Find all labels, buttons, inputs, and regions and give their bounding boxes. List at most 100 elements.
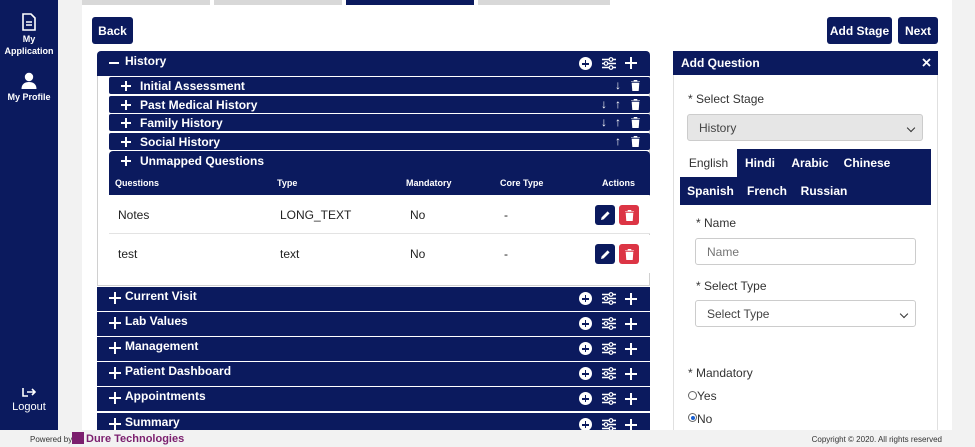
add-subsection-icon[interactable] — [625, 343, 637, 355]
expand-icon[interactable] — [109, 392, 121, 404]
subsection-past-medical-history[interactable]: Past Medical History ↓ ↑ — [109, 96, 650, 113]
add-subsection-icon[interactable] — [625, 57, 637, 69]
expand-icon[interactable] — [109, 342, 121, 354]
powered-by-text: Powered by — [30, 435, 73, 444]
section-history-header[interactable]: History — [97, 51, 650, 76]
move-up-icon[interactable]: ↑ — [615, 134, 621, 148]
trash-icon[interactable] — [631, 80, 640, 91]
move-up-icon[interactable]: ↑ — [615, 97, 621, 111]
expand-icon[interactable] — [109, 367, 121, 379]
add-question-circle-icon[interactable] — [579, 57, 592, 70]
logout-icon — [22, 388, 36, 397]
radio-label-yes: Yes — [697, 389, 717, 403]
edit-button[interactable] — [595, 244, 615, 264]
name-label: * Name — [696, 216, 737, 230]
expand-icon[interactable] — [121, 81, 131, 91]
sliders-icon[interactable] — [602, 367, 616, 380]
document-icon — [22, 13, 36, 31]
subsection-initial-assessment[interactable]: Initial Assessment ↓ — [109, 77, 650, 94]
tab-spanish[interactable]: Spanish — [683, 177, 738, 205]
expand-icon[interactable] — [109, 292, 121, 304]
mandatory-yes-radio[interactable] — [688, 391, 697, 400]
collapse-icon[interactable] — [109, 62, 119, 64]
type-cell: text — [280, 247, 300, 261]
tab-russian[interactable]: Russian — [799, 177, 849, 205]
trash-icon — [624, 248, 634, 260]
expand-icon[interactable] — [109, 418, 121, 430]
add-question-circle-icon[interactable] — [579, 292, 592, 305]
sidebar-item-my-profile[interactable]: My Profile — [0, 72, 58, 103]
move-down-icon[interactable]: ↓ — [601, 97, 607, 111]
stage-step[interactable] — [478, 0, 610, 5]
section-title: Lab Values — [125, 314, 188, 328]
mandatory-label: * Mandatory — [688, 366, 753, 380]
core-type-cell: - — [504, 208, 508, 222]
pencil-icon — [600, 249, 610, 259]
tab-arabic[interactable]: Arabic — [787, 149, 833, 177]
radio-label-no: No — [697, 412, 713, 426]
select-stage-label: * Select Stage — [688, 92, 765, 106]
mandatory-no-radio[interactable] — [688, 413, 697, 422]
subsection-social-history[interactable]: Social History ↑ — [109, 133, 650, 150]
section-summary[interactable]: Summary — [97, 413, 650, 431]
logout-label: Logout — [12, 401, 46, 413]
expand-icon[interactable] — [121, 137, 131, 147]
select-stage-dropdown[interactable]: History — [687, 114, 923, 141]
select-type-dropdown[interactable]: Select Type — [695, 300, 916, 327]
stage-step-active[interactable] — [346, 0, 474, 5]
column-header: Mandatory — [406, 178, 452, 188]
logout-button[interactable]: Logout — [0, 386, 58, 413]
add-question-circle-icon[interactable] — [579, 317, 592, 330]
brand-name: Dure Technologies — [86, 433, 185, 445]
move-down-icon[interactable]: ↓ — [615, 78, 621, 92]
back-button[interactable]: Back — [92, 17, 133, 44]
sidebar-item-my-application[interactable]: My Application — [0, 13, 58, 57]
section-title: Summary — [125, 415, 180, 429]
panel-title: Add Question — [681, 56, 760, 70]
add-question-circle-icon[interactable] — [579, 342, 592, 355]
trash-icon[interactable] — [631, 99, 640, 110]
sliders-icon[interactable] — [602, 342, 616, 355]
close-icon[interactable] — [922, 58, 931, 67]
section-patient-dashboard[interactable]: Patient Dashboard — [97, 362, 650, 386]
tab-hindi[interactable]: Hindi — [739, 149, 781, 177]
expand-icon[interactable] — [121, 118, 131, 128]
section-title: Appointments — [125, 389, 206, 403]
sliders-icon[interactable] — [602, 292, 616, 305]
unmapped-questions-header[interactable]: Unmapped Questions — [109, 151, 650, 171]
mandatory-cell: No — [410, 247, 426, 261]
column-header: Type — [277, 178, 298, 188]
next-button[interactable]: Next — [898, 17, 938, 44]
sliders-icon[interactable] — [602, 392, 616, 405]
section-appointments[interactable]: Appointments — [97, 387, 650, 411]
delete-button[interactable] — [619, 205, 639, 225]
tab-chinese[interactable]: Chinese — [840, 149, 894, 177]
sliders-icon[interactable] — [602, 57, 616, 70]
stage-step[interactable] — [214, 0, 342, 5]
subsection-family-history[interactable]: Family History ↓ ↑ — [109, 114, 650, 131]
section-management[interactable]: Management — [97, 337, 650, 361]
delete-button[interactable] — [619, 244, 639, 264]
expand-icon[interactable] — [109, 317, 121, 329]
trash-icon[interactable] — [631, 117, 640, 128]
tab-english[interactable]: English — [680, 149, 737, 177]
add-subsection-icon[interactable] — [625, 318, 637, 330]
add-subsection-icon[interactable] — [625, 368, 637, 380]
stage-step[interactable] — [82, 0, 210, 5]
add-subsection-icon[interactable] — [625, 393, 637, 405]
edit-button[interactable] — [595, 205, 615, 225]
expand-icon[interactable] — [121, 100, 131, 110]
add-subsection-icon[interactable] — [625, 293, 637, 305]
add-question-circle-icon[interactable] — [579, 367, 592, 380]
sliders-icon[interactable] — [602, 317, 616, 330]
section-lab-values[interactable]: Lab Values — [97, 312, 650, 336]
move-down-icon[interactable]: ↓ — [601, 115, 607, 129]
move-up-icon[interactable]: ↑ — [615, 115, 621, 129]
tab-french[interactable]: French — [745, 177, 789, 205]
add-question-circle-icon[interactable] — [579, 392, 592, 405]
section-current-visit[interactable]: Current Visit — [97, 287, 650, 311]
trash-icon[interactable] — [631, 136, 640, 147]
add-stage-button[interactable]: Add Stage — [827, 17, 892, 44]
expand-icon[interactable] — [121, 156, 131, 166]
name-input[interactable] — [695, 238, 916, 265]
